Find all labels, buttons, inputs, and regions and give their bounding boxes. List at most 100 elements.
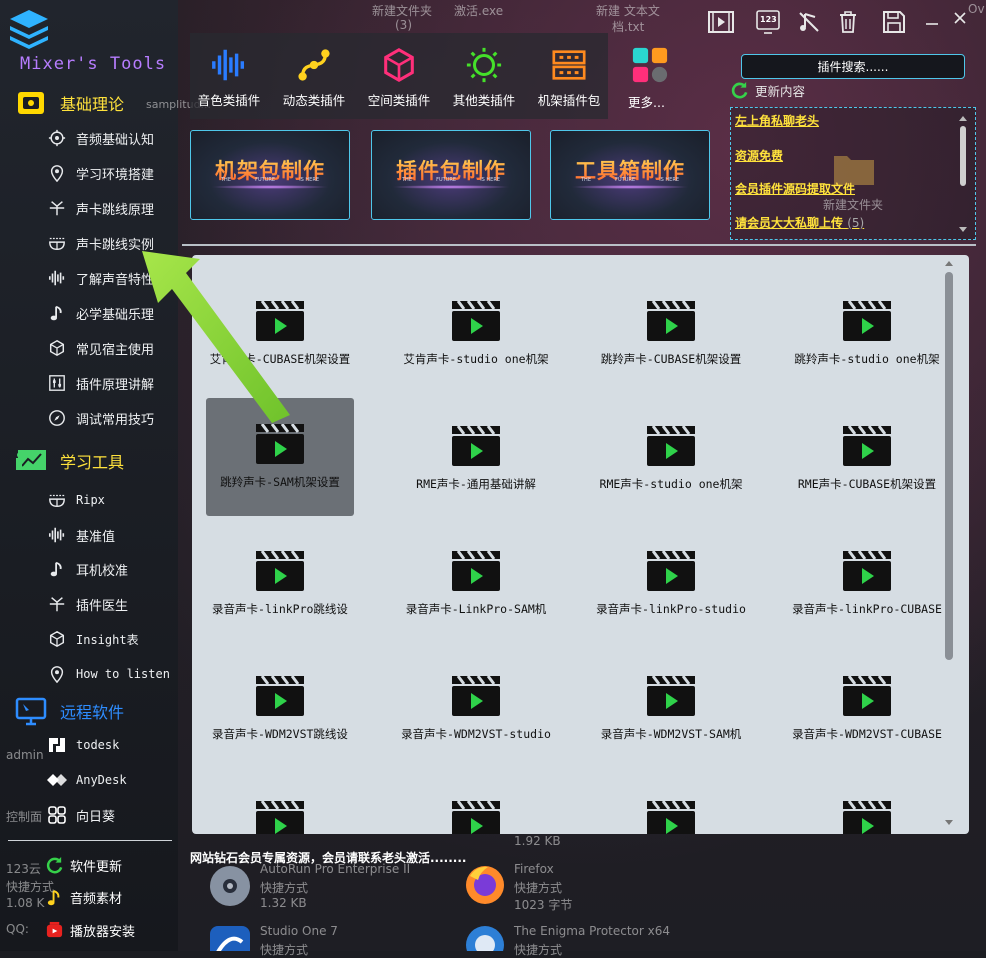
video-clapper-icon (452, 800, 500, 834)
sidebar-item-2-5[interactable]: Insight表 (46, 624, 139, 654)
desktop-item-name[interactable]: The Enigma Protector x64 (514, 924, 670, 938)
waveform-icon (209, 46, 249, 86)
sidebar-item-2-6[interactable]: How to listen (46, 659, 170, 689)
desktop-ghost-label: 控制面 (6, 810, 43, 824)
category-button-1[interactable]: 音色类插件 (187, 40, 271, 118)
video-tile[interactable]: 录音声卡-linkPro-studio (596, 505, 746, 623)
video-tile[interactable]: 录音声卡-WDM2VST-studio (401, 630, 551, 748)
update-link[interactable]: 资源免费 (735, 147, 783, 164)
video-tile[interactable] (206, 755, 354, 834)
plugin-search-input[interactable]: 插件搜索...... (741, 54, 965, 79)
sidebar-item-3-1[interactable]: todesk (46, 730, 119, 760)
sidebar-bottom-item-2[interactable]: 音频素材 (44, 884, 122, 910)
video-title: 录音声卡-WDM2VST-studio (401, 727, 551, 741)
sidebar-item-1-3[interactable]: 声卡跳线原理 (46, 193, 154, 223)
trash-icon[interactable] (834, 8, 862, 36)
video-tile[interactable]: 录音声卡-WDM2VST-SAM机 (597, 630, 745, 748)
video-tile[interactable]: RME声卡-studio one机架 (597, 380, 745, 498)
sun-icon (464, 46, 504, 86)
sidebar-bottom-item-3[interactable]: 播放器安装 (44, 917, 135, 943)
updates-scrollbar[interactable] (957, 114, 969, 234)
sidebar-item-2-3[interactable]: 耳机校准 (46, 554, 128, 584)
banner-tagline-word: THE (221, 177, 231, 183)
sidebar-item-1-8[interactable]: 插件原理讲解 (46, 368, 154, 398)
video-title: RME声卡-通用基础讲解 (416, 477, 536, 491)
video-tile[interactable]: 录音声卡-LinkPro-SAM机 (402, 505, 550, 623)
video-tile[interactable] (402, 755, 550, 834)
music-off-icon[interactable] (795, 8, 823, 36)
video-tile[interactable]: 录音声卡-WDM2VST-CUBASE (792, 630, 942, 748)
category-button-5[interactable]: 机架插件包 (527, 40, 611, 118)
studio-one-icon[interactable] (206, 922, 254, 951)
sidebar-item-1-5[interactable]: 了解声音特性 (46, 263, 154, 293)
firefox-icon[interactable] (462, 862, 508, 908)
desktop-file-label[interactable]: 激活.exe (454, 2, 503, 19)
video-tile[interactable]: 录音声卡-linkPro-CUBASE (792, 505, 942, 623)
video-grid-scrollbar[interactable] (945, 272, 953, 660)
sidebar-item-2-4[interactable]: 插件医生 (46, 589, 128, 619)
desktop-item-name[interactable]: Firefox (514, 862, 554, 876)
desktop-item-name[interactable]: AutoRun Pro Enterprise II (260, 862, 410, 876)
banner-button-2[interactable]: 插件包制作 THE FUTURE IS HERE (371, 130, 531, 220)
video-tile[interactable]: 录音声卡-WDM2VST跳线设 (206, 630, 354, 748)
sidebar-item-1-4[interactable]: 声卡跳线实例 (46, 228, 154, 258)
scroll-down-icon[interactable] (944, 816, 954, 826)
section-remote-software[interactable]: 远程软件 (14, 694, 124, 728)
banner-button-1[interactable]: 机架包制作 THE FUTURE IS HERE (190, 130, 350, 220)
section-title: 学习工具 (60, 453, 125, 472)
update-link[interactable]: 请会员大大私聊上传 (5) (735, 214, 864, 231)
compass-icon (46, 407, 68, 429)
banner-tagline: THE FUTURE IS HERE (402, 177, 500, 183)
video-clapper-icon (843, 425, 891, 466)
sidebar-item-1-9[interactable]: 调试常用技巧 (46, 403, 154, 433)
category-label: 动态类插件 (282, 93, 346, 108)
banner-button-3[interactable]: 工具箱制作 THE FUTURE IS HERE (550, 130, 710, 220)
sidebar-item-1-7[interactable]: 常见宿主使用 (46, 333, 154, 363)
video-tile[interactable]: 跳羚声卡-studio one机架 (793, 255, 941, 373)
sidebar-item-2-1[interactable]: Ripx (46, 485, 105, 515)
video-tile[interactable]: RME声卡-通用基础讲解 (402, 380, 550, 498)
sidebar-item-2-2[interactable]: 基准值 (46, 520, 115, 550)
video-tile[interactable]: 跳羚声卡-CUBASE机架设置 (597, 255, 745, 373)
rack-icon (549, 46, 589, 86)
category-button-3[interactable]: 空间类插件 (357, 40, 441, 118)
updates-header[interactable]: 更新内容 (730, 81, 805, 100)
keypad-123-icon[interactable]: 123 (754, 8, 782, 36)
video-icon[interactable] (707, 8, 735, 36)
video-clapper-icon (843, 675, 891, 716)
enigma-protector-icon[interactable] (462, 922, 508, 951)
update-link[interactable]: 左上角私聊老头 (735, 112, 819, 129)
section-basic-theory[interactable]: 基础理论 (14, 86, 124, 120)
video-tile[interactable]: 艾肯声卡-studio one机架 (402, 255, 550, 373)
autorun-disc-icon[interactable] (206, 862, 254, 910)
category-button-2[interactable]: 动态类插件 (272, 40, 356, 118)
save-icon[interactable] (880, 8, 908, 36)
video-clapper-icon (256, 423, 304, 464)
chart-board-icon (14, 444, 48, 478)
category-button-4[interactable]: 其他类插件 (442, 40, 526, 118)
video-tile[interactable] (597, 755, 745, 834)
minimize-icon[interactable] (918, 8, 946, 36)
video-clapper-icon (452, 675, 500, 716)
sidebar-item-3-3[interactable]: 向日葵 (46, 800, 115, 830)
sidebar-bottom-item-1[interactable]: 软件更新 (44, 852, 122, 878)
scroll-up-icon[interactable] (944, 258, 954, 268)
desktop-file-label[interactable]: 新建 文本文 (596, 2, 660, 19)
sidebar-item-1-6[interactable]: 必学基础乐理 (46, 298, 154, 328)
video-tile[interactable]: 录音声卡-linkPro跳线设 (206, 505, 354, 623)
close-icon[interactable] (946, 4, 974, 32)
sidebar-item-1-2[interactable]: 学习环境搭建 (46, 158, 154, 188)
video-tile[interactable] (793, 755, 941, 834)
sidebar-item-1-1[interactable]: 音频基础认知 (46, 123, 154, 153)
desktop-file-label[interactable]: 新建文件夹 (372, 2, 432, 19)
sidebar-item-label: 插件医生 (76, 598, 129, 614)
section-learning-tools[interactable]: 学习工具 (14, 444, 124, 478)
category-button-6[interactable]: 更多... (608, 40, 692, 118)
music-note-icon (46, 558, 68, 580)
video-tile[interactable]: RME声卡-CUBASE机架设置 (793, 380, 941, 498)
desktop-item-name[interactable]: Studio One 7 (260, 924, 338, 938)
desktop-file-label: 档.txt (612, 20, 645, 34)
sidebar-item-label: 声卡跳线原理 (76, 202, 155, 218)
sidebar-item-3-2[interactable]: AnyDesk (46, 765, 127, 795)
sidebar-bottom-label: 播放器安装 (70, 924, 136, 940)
